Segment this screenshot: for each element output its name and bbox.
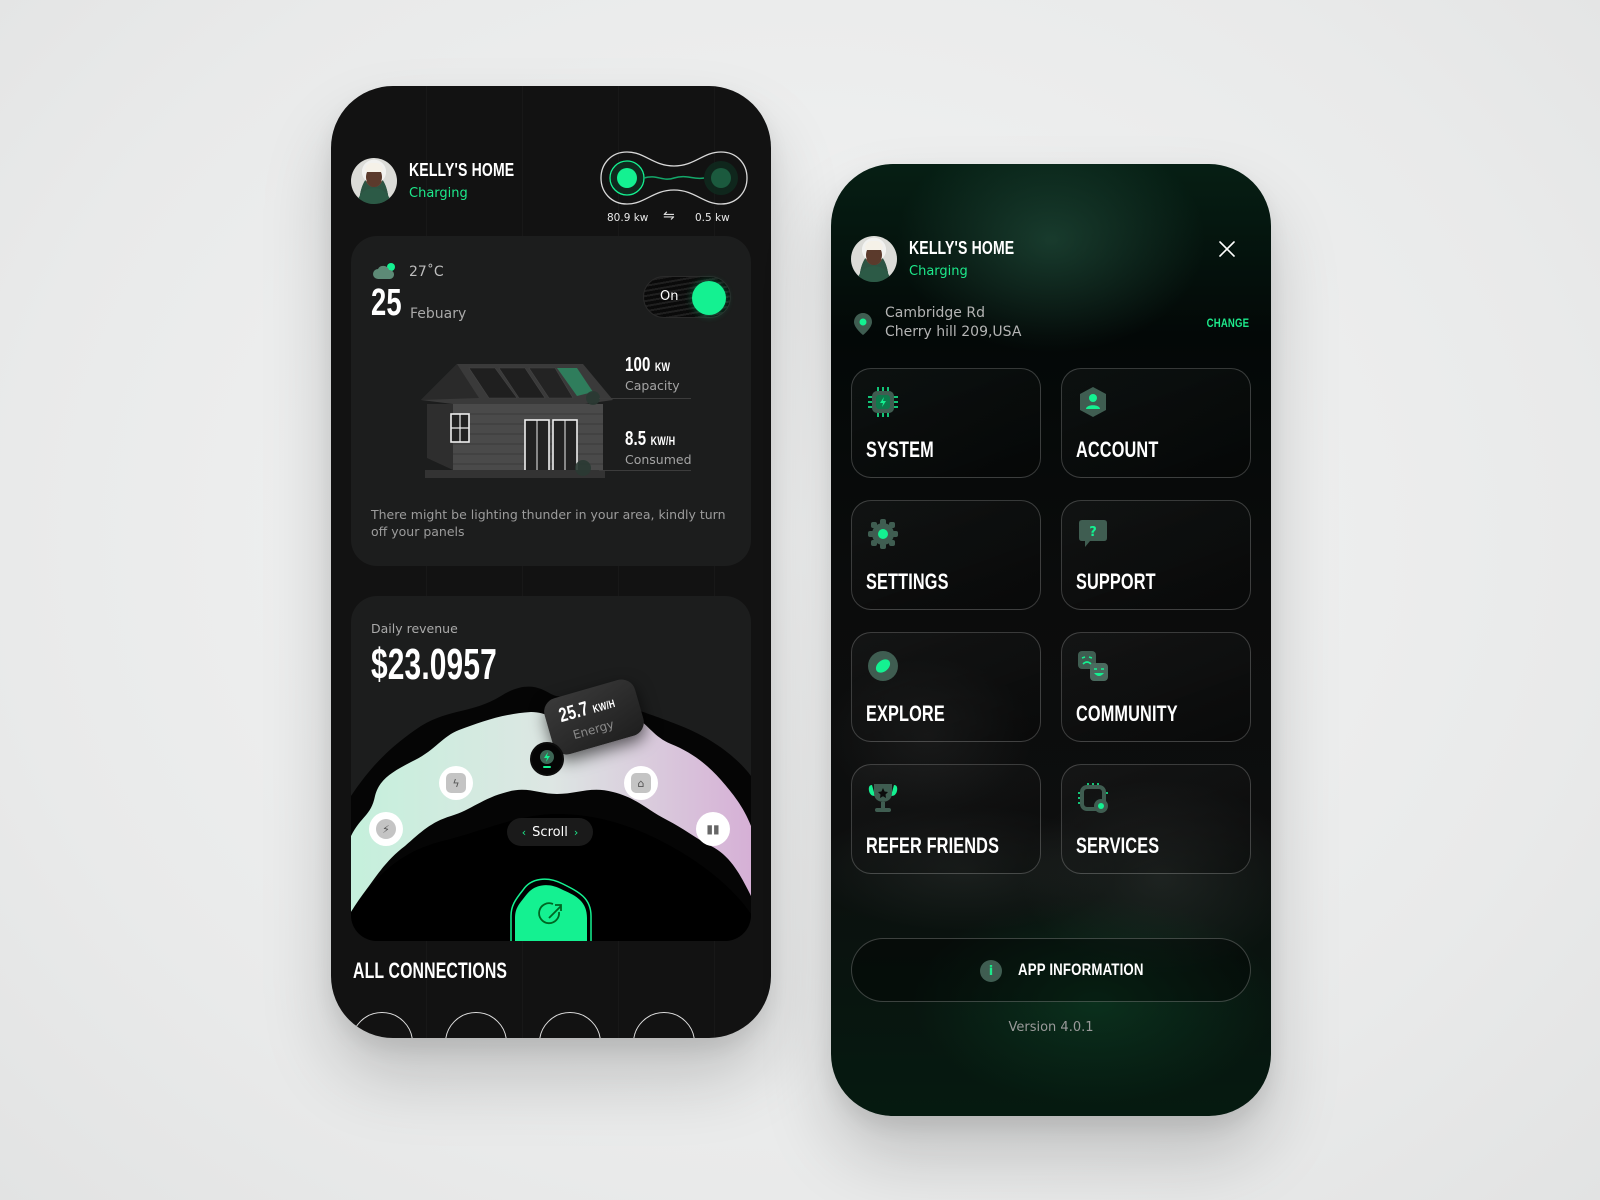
target-node-core bbox=[711, 168, 731, 188]
source-node-core bbox=[617, 168, 637, 188]
capacity-value: 100 KW bbox=[625, 354, 671, 376]
cloud-icon bbox=[373, 263, 395, 279]
gear-icon bbox=[868, 519, 898, 549]
svg-text:?: ? bbox=[1089, 525, 1097, 540]
tile-label: SYSTEM bbox=[866, 437, 934, 462]
home-title: KELLY'S HOME bbox=[909, 238, 1015, 258]
charging-status: Charging bbox=[909, 264, 968, 279]
avatar[interactable] bbox=[851, 236, 897, 282]
chevron-right-icon[interactable]: › bbox=[574, 826, 578, 839]
temperature: 27˚C bbox=[409, 264, 444, 280]
info-icon: i bbox=[980, 960, 1002, 982]
panels-toggle[interactable]: On bbox=[643, 276, 731, 318]
close-icon[interactable] bbox=[1216, 238, 1238, 260]
weather-card: 27˚C 25 Febuary On 100 KW Capacity 8.5 K… bbox=[351, 236, 751, 566]
dashboard-screen: KELLY'S HOME Charging 80.9 kw ⇋ 0.5 kw 2… bbox=[331, 86, 771, 1038]
consumed-leader-line bbox=[599, 470, 691, 471]
target-power-label: 0.5 kw bbox=[695, 212, 730, 224]
tile-label: COMMUNITY bbox=[1076, 701, 1178, 726]
consumed-label: Consumed bbox=[625, 452, 692, 467]
capacity-leader-line bbox=[599, 398, 691, 399]
date-day: 25 bbox=[371, 282, 402, 324]
avatar-hair bbox=[865, 241, 883, 250]
energy-flow-widget[interactable]: 80.9 kw ⇋ 0.5 kw bbox=[597, 148, 751, 238]
toggle-knob bbox=[692, 281, 726, 315]
capacity-label: Capacity bbox=[625, 378, 680, 393]
chip-gear-icon bbox=[1078, 783, 1108, 813]
scroll-control[interactable]: ‹ Scroll › bbox=[507, 818, 593, 846]
app-information-button[interactable]: i APP INFORMATION bbox=[851, 938, 1251, 1002]
tile-label: SUPPORT bbox=[1076, 569, 1156, 594]
menu-header: KELLY'S HOME Charging bbox=[851, 226, 1251, 286]
address-line-2: Cherry hill 209,USA bbox=[885, 324, 1022, 340]
home-trend-icon[interactable]: ⌂ bbox=[624, 766, 658, 800]
menu-tile-system[interactable]: SYSTEM bbox=[851, 368, 1041, 478]
tile-label: REFER FRIENDS bbox=[866, 833, 1000, 858]
address: Cambridge Rd Cherry hill 209,USA bbox=[885, 304, 1021, 342]
connection-item[interactable] bbox=[539, 1012, 601, 1038]
explore-icon bbox=[868, 651, 898, 681]
tile-label: SETTINGS bbox=[866, 569, 949, 594]
battery-charging-icon[interactable]: ϟ bbox=[439, 766, 473, 800]
dashboard-header: KELLY'S HOME Charging 80.9 kw ⇋ 0.5 kw bbox=[351, 148, 751, 238]
menu-tile-account[interactable]: ACCOUNT bbox=[1061, 368, 1251, 478]
panel-icon[interactable]: ▮▮ bbox=[696, 812, 730, 846]
location-row: Cambridge Rd Cherry hill 209,USA CHANGE bbox=[853, 304, 1251, 344]
avatar[interactable] bbox=[351, 158, 397, 204]
bulb-icon[interactable] bbox=[530, 742, 564, 776]
house-illustration bbox=[421, 364, 613, 478]
avatar-hair bbox=[365, 163, 383, 172]
bulb-glyph bbox=[540, 750, 554, 768]
toggle-label: On bbox=[660, 289, 679, 304]
lightning-icon[interactable]: ⚡ bbox=[369, 812, 403, 846]
menu-tile-community[interactable]: COMMUNITY bbox=[1061, 632, 1251, 742]
swap-icon[interactable]: ⇋ bbox=[663, 208, 675, 224]
connection-item[interactable] bbox=[633, 1012, 695, 1038]
version-label: Version 4.0.1 bbox=[1008, 1020, 1094, 1035]
faces-icon bbox=[1078, 651, 1108, 681]
source-power-label: 80.9 kw bbox=[607, 212, 649, 224]
energy-flow-graphic bbox=[600, 151, 748, 205]
weather-warning: There might be lighting thunder in your … bbox=[371, 507, 726, 539]
user-hexagon-icon bbox=[1080, 387, 1106, 417]
home-title: KELLY'S HOME bbox=[409, 160, 515, 180]
connection-item[interactable] bbox=[351, 1012, 413, 1038]
power-button[interactable] bbox=[503, 876, 599, 941]
tile-label: SERVICES bbox=[1076, 833, 1160, 858]
flow-line bbox=[643, 175, 705, 180]
menu-tile-support[interactable]: ? SUPPORT bbox=[1061, 500, 1251, 610]
change-location-link[interactable]: CHANGE bbox=[1206, 316, 1249, 330]
revenue-card: Daily revenue $23.0957 25.7 KW/H Energy … bbox=[351, 596, 751, 941]
avatar-body bbox=[857, 266, 891, 282]
address-line-1: Cambridge Rd bbox=[885, 305, 985, 321]
menu-tile-settings[interactable]: SETTINGS bbox=[851, 500, 1041, 610]
app-information-label: APP INFORMATION bbox=[1018, 960, 1144, 979]
capacity-stat: 100 KW Capacity bbox=[625, 354, 685, 393]
chevron-left-icon[interactable]: ‹ bbox=[522, 826, 526, 839]
consumed-value: 8.5 KW/H bbox=[625, 428, 676, 450]
chip-icon bbox=[868, 387, 898, 417]
connection-item[interactable] bbox=[445, 1012, 507, 1038]
location-pin-icon bbox=[854, 313, 872, 335]
scroll-label: Scroll bbox=[532, 824, 568, 840]
avatar-body bbox=[357, 188, 391, 204]
menu-screen: KELLY'S HOME Charging Cambridge Rd Cherr… bbox=[831, 164, 1271, 1116]
all-connections-title: ALL CONNECTIONS bbox=[353, 958, 508, 983]
menu-tile-services[interactable]: SERVICES bbox=[1061, 764, 1251, 874]
menu-tile-explore[interactable]: EXPLORE bbox=[851, 632, 1041, 742]
consumed-stat: 8.5 KW/H Consumed bbox=[625, 428, 692, 467]
question-chat-icon: ? bbox=[1079, 520, 1107, 547]
tile-label: EXPLORE bbox=[866, 701, 945, 726]
charging-status: Charging bbox=[409, 186, 468, 201]
date-month: Febuary bbox=[410, 306, 467, 322]
tile-label: ACCOUNT bbox=[1076, 437, 1159, 462]
menu-tile-refer-friends[interactable]: REFER FRIENDS bbox=[851, 764, 1041, 874]
trophy-icon bbox=[868, 784, 898, 812]
